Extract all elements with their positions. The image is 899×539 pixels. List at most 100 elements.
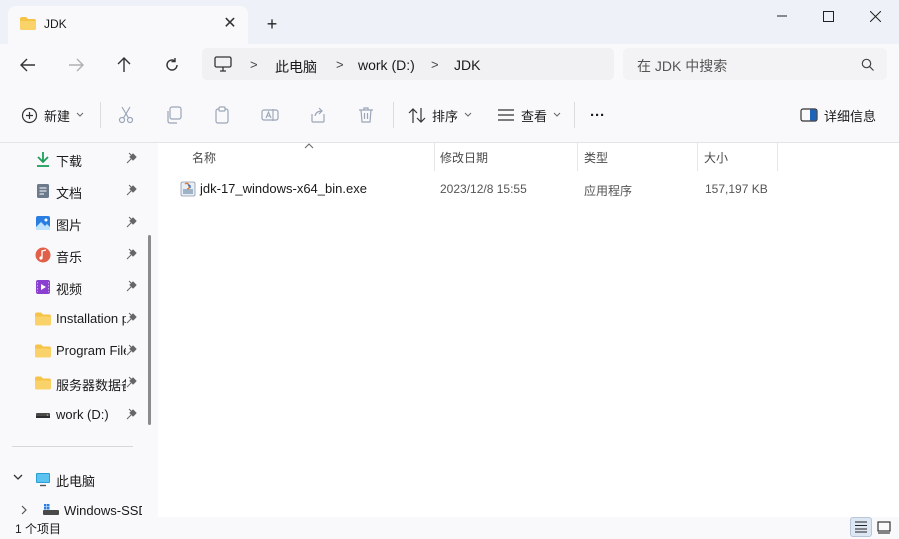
paste-button[interactable] (212, 105, 232, 125)
sidebar-item-label: work (D:) (56, 407, 109, 422)
tab-jdk[interactable]: JDK ✕ (8, 6, 248, 44)
minimize-button[interactable] (758, 0, 805, 32)
breadcrumb-work-drive[interactable]: work (D:) (358, 57, 415, 73)
forward-button[interactable] (63, 52, 89, 78)
column-divider[interactable] (697, 143, 698, 171)
sidebar-item-downloads[interactable]: 下载 (0, 143, 145, 175)
pin-icon[interactable] (126, 216, 138, 228)
column-divider[interactable] (577, 143, 578, 171)
sidebar-item-installation[interactable]: Installation p (0, 303, 145, 335)
sidebar-item-label: 文档 (56, 186, 83, 201)
copy-button[interactable] (164, 105, 184, 125)
view-button[interactable]: 查看 (497, 104, 561, 126)
new-button[interactable]: 新建 (21, 104, 84, 126)
maximize-icon (823, 10, 834, 22)
folder-icon (35, 312, 51, 326)
sidebar-item-program-files[interactable]: Program File (0, 335, 145, 367)
sidebar-item-label: 下载 (56, 154, 83, 169)
sort-button[interactable]: 排序 (408, 104, 472, 126)
column-header-modified[interactable]: 修改日期 (440, 149, 488, 166)
arrow-right-icon (69, 58, 84, 72)
chevron-down-icon[interactable] (13, 474, 23, 482)
installer-icon (180, 181, 196, 197)
details-pane-icon (800, 108, 818, 122)
sidebar-item-server-backup[interactable]: 服务器数据备 (0, 367, 145, 399)
tiles-view-icon (877, 520, 891, 534)
close-tab-icon[interactable]: ✕ (220, 14, 240, 34)
breadcrumb-jdk[interactable]: JDK (454, 57, 480, 73)
download-icon (37, 152, 49, 167)
pin-icon[interactable] (126, 184, 138, 196)
close-window-button[interactable] (852, 0, 899, 32)
pin-icon[interactable] (126, 376, 138, 388)
column-divider[interactable] (777, 143, 778, 171)
more-icon: ··· (590, 106, 605, 124)
sidebar-item-label: Installation p (56, 311, 126, 326)
details-view-button[interactable] (850, 517, 872, 537)
sidebar-item-documents[interactable]: 文档 (0, 175, 145, 207)
sidebar-item-music[interactable]: 音乐 (0, 239, 145, 271)
column-divider[interactable] (434, 143, 435, 171)
more-button[interactable]: ··· (590, 104, 605, 126)
file-size: 157,197 KB (705, 182, 768, 196)
table-row[interactable]: jdk-17_windows-x64_bin.exe 2023/12/8 15:… (174, 177, 794, 201)
tiles-view-button[interactable] (873, 517, 895, 537)
sidebar-item-windows-ssd[interactable]: Windows-SSD (0, 495, 145, 517)
up-button[interactable] (111, 52, 137, 78)
share-icon (311, 107, 325, 123)
pin-icon[interactable] (126, 344, 138, 356)
refresh-button[interactable] (159, 52, 185, 78)
close-icon (870, 10, 881, 22)
breadcrumb-this-pc[interactable]: 此电脑 (275, 57, 317, 77)
search-placeholder: 在 JDK 中搜索 (637, 58, 728, 74)
sidebar-item-this-pc[interactable]: 此电脑 (0, 463, 145, 495)
chevron-down-icon (464, 112, 472, 117)
sidebar-item-label: 音乐 (56, 250, 83, 265)
view-list-icon (498, 109, 514, 121)
search-input[interactable]: 在 JDK 中搜索 (623, 48, 887, 80)
folder-icon (35, 344, 51, 358)
column-header-type[interactable]: 类型 (584, 149, 608, 166)
pin-icon[interactable] (126, 248, 138, 260)
item-count: 1 个项目 (15, 522, 62, 536)
details-button[interactable]: 详细信息 (800, 104, 876, 126)
pin-icon[interactable] (126, 408, 138, 420)
navigation-pane: 下载 文档 图片 音乐 视频 Installation p Program Fi… (0, 143, 158, 517)
arrow-up-icon (117, 57, 131, 72)
sort-icon (408, 107, 426, 123)
cut-button[interactable] (116, 105, 136, 125)
music-icon (35, 247, 51, 263)
sidebar-item-videos[interactable]: 视频 (0, 271, 145, 303)
pin-icon[interactable] (126, 152, 138, 164)
sidebar-item-label: 图片 (56, 218, 83, 233)
sidebar-item-label: 服务器数据备 (56, 378, 126, 393)
trash-icon (359, 107, 373, 123)
pin-icon[interactable] (126, 312, 138, 324)
plus-circle-icon (21, 107, 38, 123)
title-bar: JDK ✕ + (0, 0, 899, 44)
minimize-icon (776, 15, 787, 17)
new-tab-button[interactable]: + (262, 14, 282, 34)
delete-button[interactable] (356, 105, 376, 125)
back-button[interactable] (15, 52, 41, 78)
view-label: 查看 (521, 108, 548, 124)
file-modified: 2023/12/8 15:55 (440, 182, 527, 196)
rename-button[interactable] (260, 105, 280, 125)
address-row: > 此电脑 > work (D:) > JDK 在 JDK 中搜索 (0, 44, 899, 86)
column-header-name[interactable]: 名称 (192, 149, 216, 166)
share-button[interactable] (308, 105, 328, 125)
column-header-size[interactable]: 大小 (704, 149, 728, 166)
maximize-button[interactable] (805, 0, 852, 32)
pin-icon[interactable] (126, 280, 138, 292)
divider (574, 102, 575, 128)
sidebar-item-work-drive[interactable]: work (D:) (0, 399, 145, 431)
clipboard-icon (215, 106, 229, 124)
sidebar-item-pictures[interactable]: 图片 (0, 207, 145, 239)
chevron-right-icon[interactable] (21, 505, 29, 515)
status-bar: 1 个项目 (0, 517, 899, 539)
folder-icon (20, 17, 36, 30)
address-bar[interactable]: > 此电脑 > work (D:) > JDK (202, 48, 614, 80)
sidebar-scrollbar[interactable] (148, 235, 151, 425)
divider (393, 102, 394, 128)
search-icon (861, 58, 874, 71)
